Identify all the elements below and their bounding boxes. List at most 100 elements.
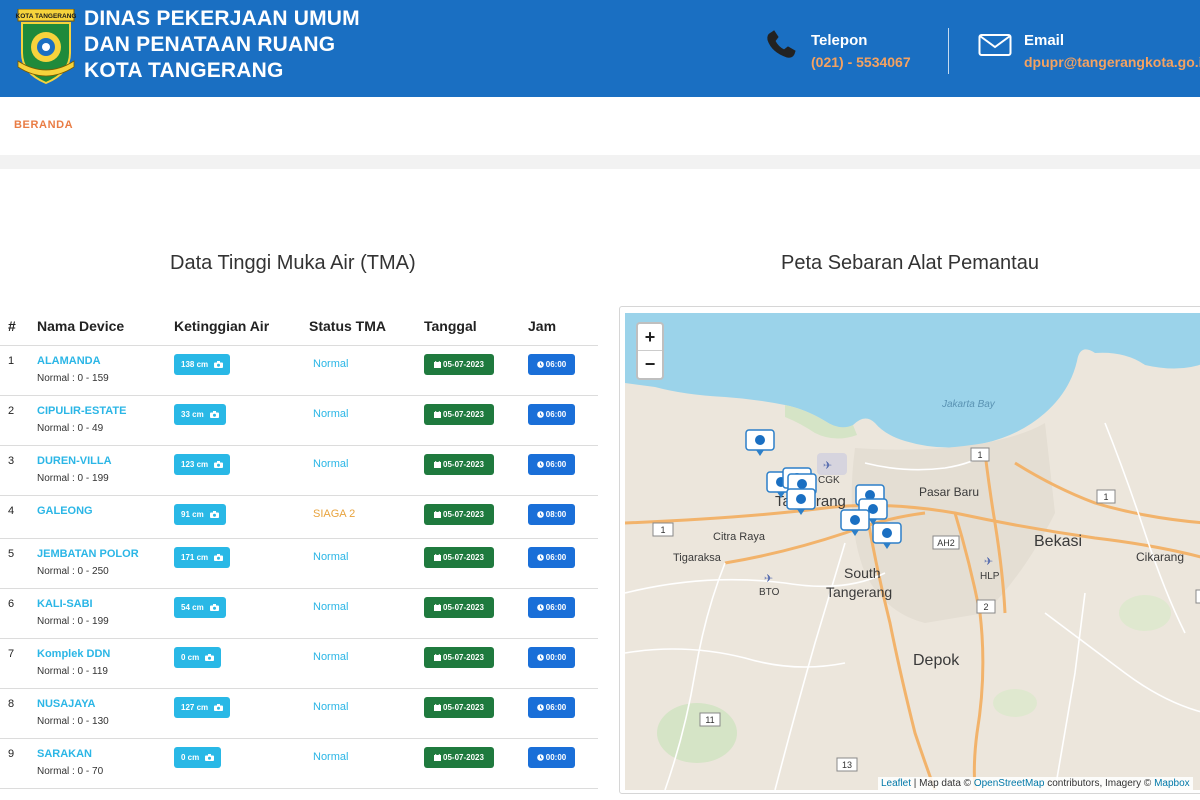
- shield-1c: 1: [1103, 492, 1108, 502]
- camera-icon: [214, 361, 224, 368]
- camera-markers[interactable]: [745, 429, 902, 549]
- device-name-link[interactable]: DUREN-VILLA: [37, 455, 112, 467]
- table-row: 8 NUSAJAYA Normal : 0 - 130 127 cm Normal 05-…: [0, 689, 598, 739]
- water-level-badge[interactable]: 0 cm: [174, 747, 222, 768]
- map-canvas[interactable]: 1 1 1 AH2 2 3 11 13 Jakarta Bay CGK Tang…: [625, 313, 1200, 790]
- map-zoom-control: + −: [636, 322, 664, 380]
- water-level-badge[interactable]: 127 cm: [174, 697, 231, 718]
- device-range: Normal : 0 - 70: [37, 766, 104, 777]
- time-value: 00:00: [545, 753, 567, 762]
- device-name-link[interactable]: NUSAJAYA: [37, 698, 96, 710]
- nav-beranda-link[interactable]: BERANDA: [14, 119, 73, 131]
- water-level-badge[interactable]: 138 cm: [174, 354, 231, 375]
- date-value: 05-07-2023: [443, 410, 484, 419]
- device-name-link[interactable]: SARAKAN: [37, 748, 92, 760]
- zoom-out-button[interactable]: −: [638, 351, 662, 378]
- table-row: 7 Komplek DDN Normal : 0 - 119 0 cm Normal 05…: [0, 639, 598, 689]
- status-tma: Normal: [313, 701, 349, 713]
- date-value: 05-07-2023: [443, 360, 484, 369]
- label-citra-raya: Citra Raya: [713, 531, 766, 543]
- time-badge: 00:00: [528, 647, 575, 668]
- camera-icon: [214, 704, 224, 711]
- device-range: Normal : 0 - 199: [37, 616, 109, 627]
- water-area: [625, 313, 1200, 448]
- label-south-tangerang: Tangerang: [826, 584, 892, 600]
- water-level-badge[interactable]: 91 cm: [174, 504, 226, 525]
- water-level-badge[interactable]: 123 cm: [174, 454, 231, 475]
- water-level-value: 91 cm: [181, 510, 204, 519]
- calendar-icon: [434, 361, 442, 368]
- water-level-badge[interactable]: 33 cm: [174, 404, 226, 425]
- phone-number[interactable]: (021) - 5534067: [811, 54, 911, 70]
- table-row: 9 SARAKAN Normal : 0 - 70 0 cm Normal 05-07-2…: [0, 739, 598, 789]
- device-range: Normal : 0 - 130: [37, 716, 109, 727]
- water-level-badge[interactable]: 0 cm: [174, 647, 222, 668]
- city-logo-icon[interactable]: KOTA TANGERANG: [12, 9, 80, 85]
- camera-marker-icon[interactable]: [745, 429, 775, 456]
- table-row: 4 GALEONG 91 cm SIAGA 2 05-07-2023 08:00: [0, 496, 598, 539]
- date-badge: 05-07-2023: [424, 647, 494, 668]
- camera-icon: [209, 604, 219, 611]
- calendar-icon: [434, 704, 442, 711]
- status-tma: Normal: [313, 358, 349, 370]
- time-value: 06:00: [545, 603, 567, 612]
- status-tma: Normal: [313, 551, 349, 563]
- water-level-badge[interactable]: 171 cm: [174, 547, 231, 568]
- label-cgk: CGK: [818, 475, 840, 486]
- label-south: South: [844, 565, 881, 581]
- clock-icon: [536, 604, 544, 611]
- calendar-icon: [434, 754, 442, 761]
- label-bekasi: Bekasi: [1034, 533, 1082, 550]
- water-level-value: 54 cm: [181, 603, 204, 612]
- shield-1b: 1: [977, 450, 982, 460]
- time-badge: 06:00: [528, 454, 575, 475]
- label-jakarta-bay: Jakarta Bay: [941, 399, 996, 410]
- monitoring-map[interactable]: 1 1 1 AH2 2 3 11 13 Jakarta Bay CGK Tang…: [625, 313, 1200, 790]
- mapbox-link[interactable]: Mapbox: [1154, 778, 1190, 789]
- device-name-link[interactable]: JEMBATAN POLOR: [37, 548, 139, 560]
- calendar-icon: [434, 604, 442, 611]
- row-number: 4: [8, 505, 15, 517]
- envelope-icon: [978, 34, 1012, 56]
- airport-cgk-icon: ✈: [823, 459, 832, 472]
- device-name-link[interactable]: GALEONG: [37, 505, 93, 517]
- device-name-link[interactable]: KALI-SABI: [37, 598, 93, 610]
- table-body: 1 ALAMANDA Normal : 0 - 159 138 cm Normal 05-…: [0, 346, 598, 789]
- osm-link[interactable]: OpenStreetMap: [974, 778, 1045, 789]
- label-hlp: HLP: [980, 571, 1000, 582]
- logo-text: KOTA TANGERANG: [16, 13, 77, 20]
- col-water-level: Ketinggian Air: [174, 318, 270, 334]
- time-value: 06:00: [545, 410, 567, 419]
- date-value: 05-07-2023: [443, 653, 484, 662]
- water-level-value: 138 cm: [181, 360, 209, 369]
- time-badge: 06:00: [528, 404, 575, 425]
- green-patch-1: [657, 703, 737, 763]
- device-name-link[interactable]: ALAMANDA: [37, 355, 101, 367]
- zoom-in-button[interactable]: +: [638, 324, 662, 351]
- camera-icon: [205, 654, 215, 661]
- date-badge: 05-07-2023: [424, 697, 494, 718]
- date-value: 05-07-2023: [443, 460, 484, 469]
- table-row: 6 KALI-SABI Normal : 0 - 199 54 cm Normal 05-…: [0, 589, 598, 639]
- row-number: 6: [8, 598, 15, 610]
- status-tma: Normal: [313, 601, 349, 613]
- label-pasar-baru: Pasar Baru: [919, 485, 979, 499]
- nav-separator-band: [0, 155, 1200, 169]
- row-number: 8: [8, 698, 15, 710]
- time-value: 00:00: [545, 653, 567, 662]
- device-name-link[interactable]: Komplek DDN: [37, 648, 110, 660]
- time-badge: 00:00: [528, 747, 575, 768]
- col-number: #: [8, 318, 16, 334]
- water-level-table: # Nama Device Ketinggian Air Status TMA …: [0, 306, 598, 789]
- device-range: Normal : 0 - 250: [37, 566, 109, 577]
- water-level-badge[interactable]: 54 cm: [174, 597, 226, 618]
- label-bto: BTO: [759, 587, 780, 598]
- email-address[interactable]: dpupr@tangerangkota.go.id: [1024, 54, 1200, 70]
- time-value: 06:00: [545, 360, 567, 369]
- date-badge: 05-07-2023: [424, 404, 494, 425]
- device-name-link[interactable]: CIPULIR-ESTATE: [37, 405, 126, 417]
- date-badge: 05-07-2023: [424, 597, 494, 618]
- leaflet-link[interactable]: Leaflet: [881, 778, 911, 789]
- date-value: 05-07-2023: [443, 703, 484, 712]
- date-value: 05-07-2023: [443, 603, 484, 612]
